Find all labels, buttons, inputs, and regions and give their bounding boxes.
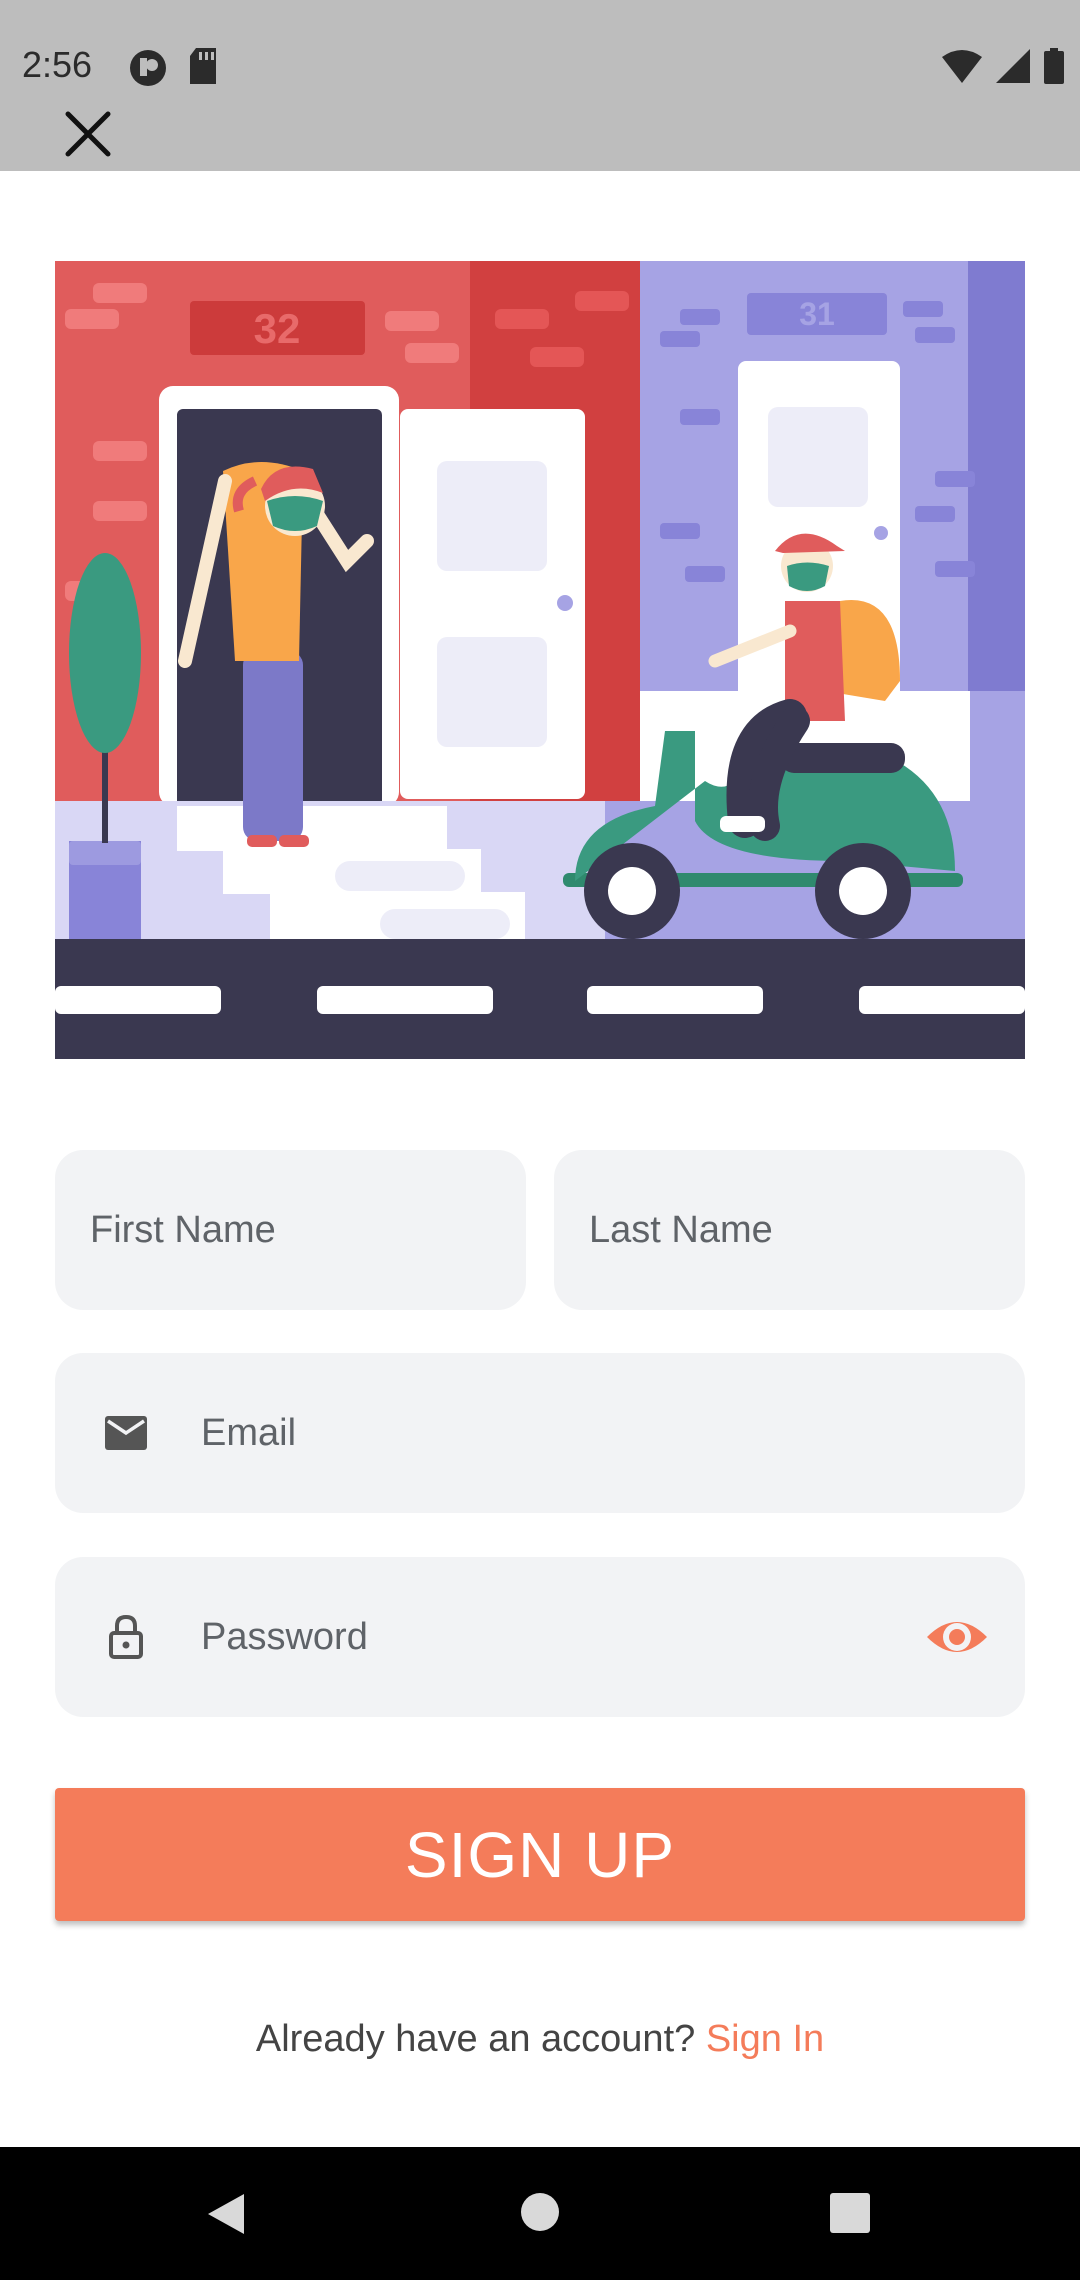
last-name-field[interactable] bbox=[554, 1150, 1025, 1310]
recents-icon[interactable] bbox=[828, 2193, 872, 2233]
navigation-bar bbox=[0, 2147, 1080, 2280]
house-number-31: 31 bbox=[799, 296, 835, 332]
email-input[interactable] bbox=[199, 1410, 1025, 1456]
email-field[interactable] bbox=[55, 1353, 1025, 1513]
first-name-field[interactable] bbox=[55, 1150, 526, 1310]
sign-in-prompt-text: Already have an account? bbox=[255, 2018, 696, 2060]
sign-in-prompt: Already have an account? Sign In bbox=[0, 2018, 1080, 2061]
sign-in-link[interactable]: Sign In bbox=[706, 2018, 824, 2060]
battery-icon bbox=[1044, 48, 1064, 84]
lock-icon bbox=[99, 1610, 153, 1664]
last-name-input[interactable] bbox=[587, 1207, 1025, 1253]
sign-up-button[interactable]: SIGN UP bbox=[55, 1788, 1025, 1921]
app-notification-icon bbox=[130, 50, 166, 86]
home-icon[interactable] bbox=[520, 2192, 560, 2232]
first-name-input[interactable] bbox=[88, 1207, 526, 1253]
house-number-32: 32 bbox=[254, 305, 301, 352]
eye-icon[interactable] bbox=[925, 1605, 989, 1669]
mail-icon bbox=[99, 1406, 153, 1460]
status-bar: 2:56 bbox=[0, 0, 1080, 171]
back-icon[interactable] bbox=[204, 2190, 248, 2238]
sd-card-icon bbox=[190, 48, 216, 84]
signal-icon bbox=[996, 49, 1030, 83]
password-input[interactable] bbox=[199, 1614, 905, 1660]
password-field[interactable] bbox=[55, 1557, 1025, 1717]
close-icon[interactable] bbox=[60, 106, 116, 162]
wifi-icon bbox=[942, 50, 982, 83]
delivery-illustration: 32 31 bbox=[55, 261, 1025, 1059]
status-time: 2:56 bbox=[22, 44, 93, 85]
